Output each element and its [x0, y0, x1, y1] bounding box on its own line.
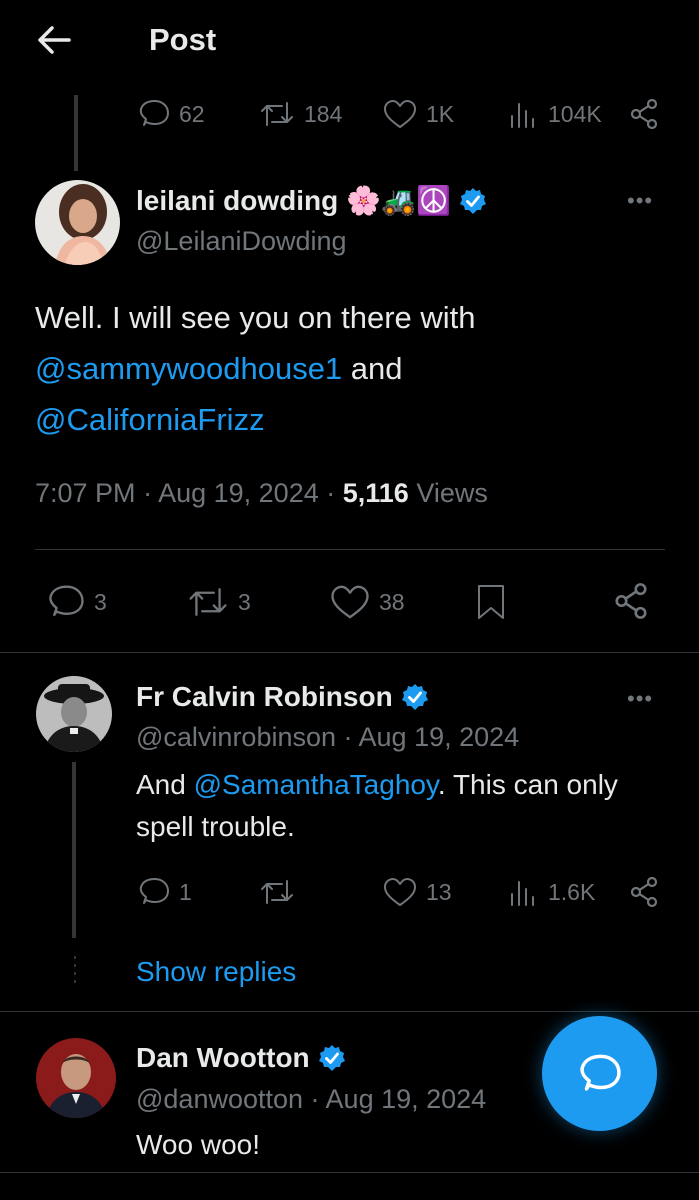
post-date[interactable]: Aug 19, 2024: [158, 478, 319, 508]
meta-separator: ·: [336, 722, 359, 752]
display-name: Fr Calvin Robinson: [136, 681, 393, 712]
post-time[interactable]: 7:07 PM: [35, 478, 136, 508]
views-count[interactable]: 5,116: [343, 478, 409, 508]
author-name[interactable]: Dan Wootton: [136, 1042, 346, 1074]
post-date[interactable]: Aug 19, 2024: [326, 1084, 487, 1114]
more-icon[interactable]: •••: [627, 188, 653, 214]
parent-views-count: 104K: [548, 100, 602, 127]
repost-icon: [261, 102, 293, 126]
reply-icon: [49, 585, 84, 617]
parent-reply-count: 62: [179, 100, 205, 127]
compose-reply-icon: [579, 1054, 621, 1091]
verified-badge-icon: [318, 1045, 345, 1071]
share-icon: [630, 98, 658, 130]
like-icon: [331, 585, 369, 619]
thread-dots: [74, 956, 76, 986]
parent-repost-button[interactable]: 184: [258, 98, 342, 130]
parent-like-button[interactable]: 1K: [382, 98, 454, 130]
views-icon: [511, 103, 534, 128]
verified-badge-icon: [459, 187, 486, 214]
back-arrow-icon[interactable]: [36, 24, 72, 56]
reply-meta: @danwootton · Aug 19, 2024: [136, 1084, 486, 1115]
post-text-line-2: and: [342, 351, 403, 386]
avatar[interactable]: [36, 1038, 116, 1118]
meta-separator: ·: [303, 1084, 326, 1114]
parent-reply-button[interactable]: 62: [137, 98, 205, 130]
author-name[interactable]: leilani dowding 🌸🚜☮️: [136, 184, 487, 217]
reply-text: And @SamanthaTaghoy. This can only spell…: [136, 764, 636, 848]
like-count: 38: [379, 588, 405, 615]
divider: [0, 1172, 699, 1173]
reply-button[interactable]: 3: [46, 583, 107, 621]
repost-button[interactable]: [258, 876, 296, 908]
author-name[interactable]: Fr Calvin Robinson: [136, 681, 429, 713]
mention-link[interactable]: @sammywoodhouse1: [35, 351, 342, 386]
more-icon[interactable]: •••: [627, 686, 653, 712]
meta-separator: ·: [135, 478, 159, 508]
page-title: Post: [149, 22, 217, 57]
top-bar: Post: [0, 0, 699, 80]
share-button[interactable]: [628, 876, 660, 908]
reply-text: Woo woo!: [136, 1129, 260, 1160]
post-text-line-1: Well. I will see you on there with: [35, 300, 476, 335]
share-icon: [630, 876, 658, 908]
like-button[interactable]: 13: [382, 876, 452, 908]
divider: [35, 549, 665, 550]
thread-line: [72, 762, 76, 938]
repost-icon: [189, 588, 227, 616]
like-icon: [384, 100, 416, 128]
avatar[interactable]: [35, 180, 120, 265]
author-handle[interactable]: @danwootton: [136, 1084, 303, 1114]
views-count: 1.6K: [548, 878, 596, 905]
repost-icon: [261, 880, 293, 904]
thread-line: [74, 95, 78, 171]
like-button[interactable]: 38: [329, 583, 405, 621]
reply-icon: [139, 100, 169, 126]
post-text: Well. I will see you on there with @samm…: [35, 292, 665, 445]
views-label: Views: [416, 478, 488, 508]
divider: [0, 1011, 699, 1012]
like-count: 13: [426, 878, 452, 905]
parent-views-button[interactable]: 104K: [508, 98, 602, 130]
display-name: Dan Wootton: [136, 1042, 310, 1073]
like-icon: [384, 878, 416, 906]
compose-reply-button[interactable]: [542, 1016, 657, 1131]
reply-meta: @calvinrobinson · Aug 19, 2024: [136, 722, 519, 753]
views-button[interactable]: 1.6K: [508, 876, 595, 908]
author-handle[interactable]: @calvinrobinson: [136, 722, 336, 752]
parent-like-count: 1K: [426, 100, 455, 127]
mention-link[interactable]: @CaliforniaFrizz: [35, 402, 265, 437]
views-icon: [511, 881, 534, 906]
parent-repost-count: 184: [304, 100, 343, 127]
bookmark-button[interactable]: [474, 583, 508, 621]
divider: [0, 652, 699, 653]
display-name: leilani dowding: [136, 184, 339, 216]
post-date[interactable]: Aug 19, 2024: [359, 722, 520, 752]
avatar[interactable]: [36, 676, 112, 752]
share-icon: [615, 583, 647, 619]
repost-count: 3: [238, 588, 251, 615]
reply-count: 3: [94, 588, 107, 615]
show-replies-link[interactable]: Show replies: [136, 956, 296, 988]
name-emojis: 🌸🚜☮️: [346, 185, 451, 216]
share-button[interactable]: [612, 582, 650, 620]
author-handle[interactable]: @LeilaniDowding: [136, 226, 347, 257]
reply-count: 1: [179, 878, 192, 905]
reply-button[interactable]: 1: [137, 876, 192, 908]
reply-icon: [139, 878, 169, 904]
repost-button[interactable]: 3: [186, 583, 251, 621]
mention-link[interactable]: @SamanthaTaghoy: [194, 769, 438, 800]
meta-separator: ·: [318, 478, 343, 508]
post-meta: 7:07 PM · Aug 19, 2024 · 5,116 Views: [35, 478, 488, 509]
reply-text-part: And: [136, 769, 194, 800]
parent-share-button[interactable]: [628, 98, 660, 130]
verified-badge-icon: [401, 684, 428, 710]
bookmark-icon: [478, 585, 504, 619]
